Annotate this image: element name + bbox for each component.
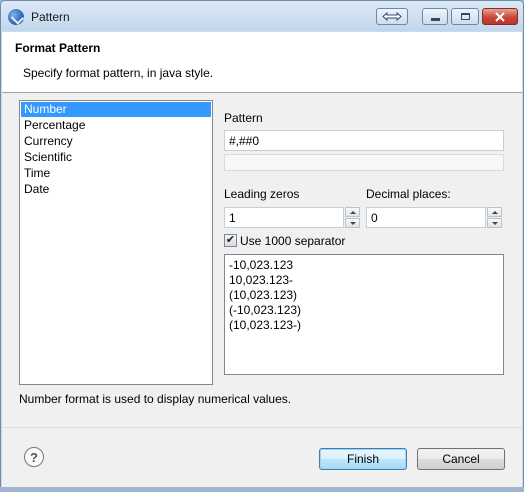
close-button[interactable] [482, 8, 518, 25]
category-item-time[interactable]: Time [21, 166, 211, 181]
decimal-places-up-button[interactable] [487, 207, 502, 217]
maximize-icon [460, 13, 470, 20]
pattern-dialog: Pattern Format Pattern Specify format pa… [0, 0, 524, 488]
maximize-button[interactable] [451, 8, 479, 25]
arrow-down-icon [349, 221, 356, 225]
leading-zeros-up-button[interactable] [345, 207, 360, 217]
leading-zeros-spinner[interactable] [345, 207, 360, 228]
cancel-button[interactable]: Cancel [417, 448, 505, 470]
sample-value: 10,023.123- [229, 273, 294, 287]
format-description: Number format is used to display numeric… [19, 392, 292, 406]
close-icon [495, 11, 505, 22]
dialog-header: Format Pattern Specify format pattern, i… [2, 32, 522, 93]
sample-value: (10,023.123) [229, 288, 298, 302]
leading-zeros-input[interactable] [224, 207, 344, 228]
decimal-places-input[interactable] [366, 207, 486, 228]
app-icon [8, 9, 24, 25]
resize-icon [382, 11, 402, 22]
pattern-label: Pattern [224, 111, 263, 125]
category-item-number[interactable]: Number [21, 102, 211, 117]
minimize-icon [430, 18, 440, 21]
header-title: Format Pattern [15, 41, 101, 55]
use-separator-label: Use 1000 separator [240, 234, 346, 248]
decimal-places-spinner[interactable] [487, 207, 502, 228]
minimize-button[interactable] [422, 8, 448, 25]
category-list[interactable]: Number Percentage Currency Scientific Ti… [19, 100, 213, 385]
category-item-date[interactable]: Date [21, 182, 211, 197]
category-item-currency[interactable]: Currency [21, 134, 211, 149]
leading-zeros-down-button[interactable] [345, 218, 360, 228]
arrow-down-icon [491, 221, 498, 225]
resize-button[interactable] [376, 8, 408, 25]
dialog-body: Number Percentage Currency Scientific Ti… [2, 93, 522, 427]
arrow-up-icon [491, 210, 498, 214]
desktop-background [0, 487, 524, 492]
window-title: Pattern [31, 10, 70, 24]
decimal-places-down-button[interactable] [487, 218, 502, 228]
sample-values-box: -10,023.123 10,023.123- (10,023.123) (-1… [224, 254, 504, 375]
button-bar: ? Finish Cancel [2, 427, 522, 487]
decimal-places-label: Decimal places: [366, 187, 451, 201]
header-description: Specify format pattern, in java style. [23, 66, 214, 80]
sample-value: (-10,023.123) [229, 303, 302, 317]
use-separator-checkbox[interactable]: ✔ [224, 234, 237, 247]
sample-value: (10,023.123-) [229, 318, 302, 332]
pattern-input[interactable] [224, 130, 504, 151]
title-bar[interactable]: Pattern [1, 1, 523, 31]
category-item-percentage[interactable]: Percentage [21, 118, 211, 133]
finish-button[interactable]: Finish [319, 448, 407, 470]
pattern-preview-field [224, 154, 504, 171]
category-item-scientific[interactable]: Scientific [21, 150, 211, 165]
help-icon[interactable]: ? [24, 447, 44, 467]
sample-value: -10,023.123 [229, 258, 294, 272]
checkmark-icon: ✔ [225, 234, 236, 246]
leading-zeros-label: Leading zeros [224, 187, 300, 201]
arrow-up-icon [349, 210, 356, 214]
